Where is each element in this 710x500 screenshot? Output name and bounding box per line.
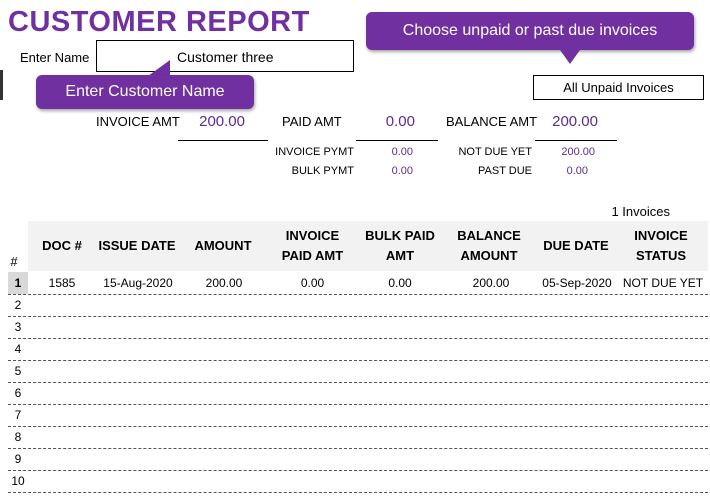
table-row: 3 [8, 316, 708, 338]
sheet-edge-marker [0, 70, 3, 100]
balance-amt-label: BALANCE AMT [446, 114, 538, 129]
invoice-amt-underline [178, 140, 268, 141]
cell-issue-date: 15-Aug-2020 [103, 276, 173, 290]
col-invoice-paid-amt: INVOICE PAID AMT [281, 228, 344, 263]
row-number: 8 [14, 430, 22, 444]
table-row: 1 1585 15-Aug-2020 200.00 0.00 0.00 200.… [8, 272, 708, 294]
paid-amt-value: 0.00 [385, 113, 415, 130]
cell-bulk-paid-amt: 0.00 [388, 276, 412, 290]
table-row: 8 [8, 426, 708, 448]
row-number: 2 [14, 298, 22, 312]
balance-amt-underline [535, 140, 617, 141]
col-bulk-paid-amt: BULK PAID AMT [365, 228, 435, 263]
row-number: 3 [14, 320, 22, 334]
invoice-pymt-label: INVOICE PYMT [275, 146, 354, 158]
bulk-pymt-label: BULK PYMT [291, 165, 354, 177]
invoice-pymt-value: 0.00 [391, 146, 413, 158]
past-due-value: 0.00 [566, 165, 588, 177]
bulk-pymt-value: 0.00 [391, 165, 413, 177]
paid-amt-underline [356, 140, 438, 141]
table-row: 10 [8, 470, 708, 492]
cell-doc: 1585 [48, 276, 76, 290]
cell-amount: 200.00 [205, 276, 243, 290]
col-invoice-status: INVOICE STATUS [634, 228, 688, 263]
cell-balance-amount: 200.00 [472, 276, 510, 290]
balance-amt-value: 200.00 [552, 113, 598, 130]
table-row: 2 [8, 294, 708, 316]
row-divider [8, 492, 708, 493]
row-number: 9 [14, 452, 22, 466]
cell-invoice-status: NOT DUE YET [622, 276, 704, 290]
rownum-header: # [10, 254, 18, 269]
table-row: 6 [8, 382, 708, 404]
row-number: 1 [8, 272, 28, 294]
row-number: 6 [14, 386, 22, 400]
paid-amt-label: PAID AMT [282, 114, 342, 129]
not-due-value: 200.00 [561, 146, 595, 158]
cell-invoice-paid-amt: 0.00 [300, 276, 325, 290]
name-callout-pointer [148, 60, 170, 76]
invoice-amt-value: 200.00 [199, 113, 245, 130]
invoice-amt-label: INVOICE AMT [96, 114, 180, 129]
filter-callout: Choose unpaid or past due invoices [366, 12, 694, 50]
row-number: 4 [14, 342, 22, 356]
enter-name-label: Enter Name [20, 50, 90, 65]
past-due-label: PAST DUE [478, 165, 532, 177]
page-title: CUSTOMER REPORT [8, 6, 310, 38]
table-row: 5 [8, 360, 708, 382]
name-callout: Enter Customer Name [36, 75, 254, 109]
table-row: 9 [8, 448, 708, 470]
row-number: 10 [11, 474, 25, 488]
row-number: 7 [14, 408, 22, 422]
invoice-count: 1 Invoices [611, 204, 670, 219]
col-amount: AMOUNT [194, 238, 252, 253]
customer-name-input[interactable]: Customer three [96, 40, 354, 72]
row-number: 5 [14, 364, 22, 378]
col-due-date: DUE DATE [543, 238, 609, 253]
col-balance-amount: BALANCE AMOUNT [457, 228, 521, 263]
filter-callout-pointer [560, 50, 580, 64]
col-issue-date: ISSUE DATE [98, 238, 176, 253]
not-due-label: NOT DUE YET [458, 146, 532, 158]
table-row: 7 [8, 404, 708, 426]
table-row: 4 [8, 338, 708, 360]
col-doc: DOC # [42, 238, 82, 253]
invoice-filter-select[interactable]: All Unpaid Invoices [533, 75, 704, 100]
cell-due-date: 05-Sep-2020 [542, 276, 612, 290]
